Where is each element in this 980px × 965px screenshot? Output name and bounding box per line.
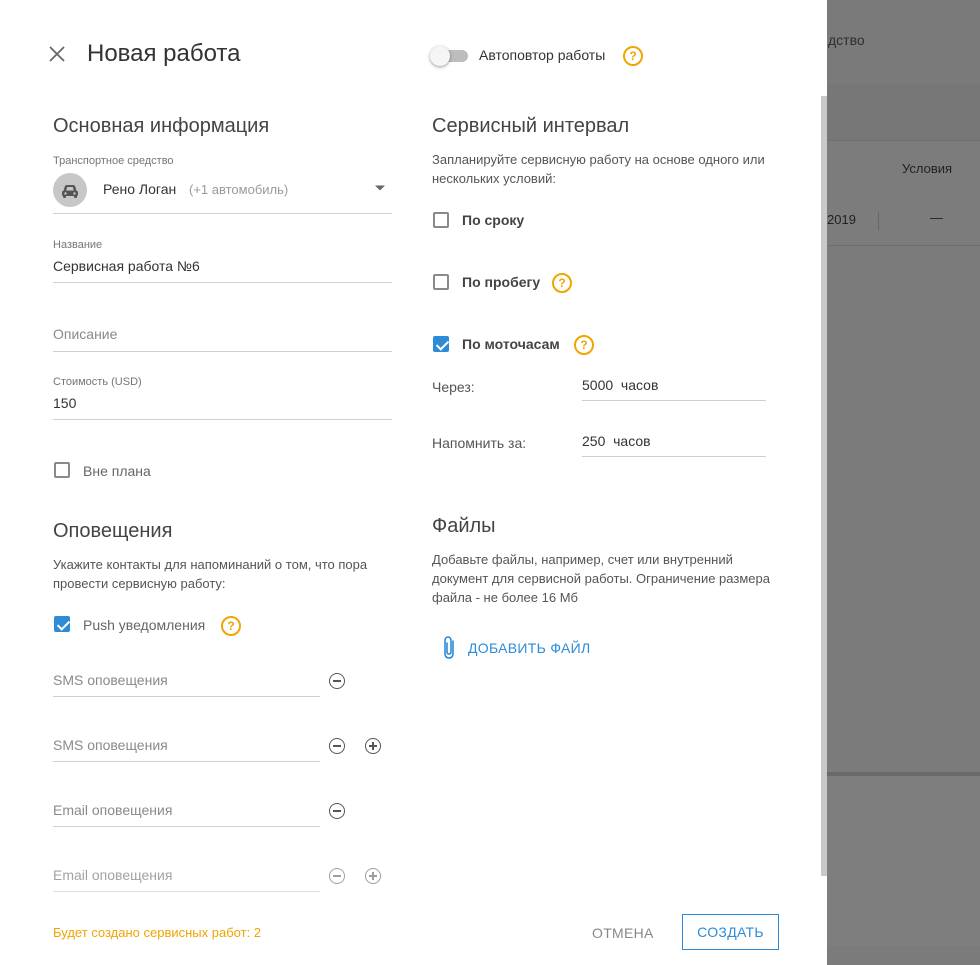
bg-header-text: дство (828, 32, 865, 48)
vehicle-select-value[interactable]: Рено Логан (103, 181, 176, 197)
cost-label: Стоимость (USD) (53, 376, 142, 388)
sms-underline-1 (53, 696, 320, 697)
by-hours-checkbox[interactable] (433, 336, 449, 352)
toggle-knob (430, 46, 450, 66)
vehicle-avatar (53, 173, 87, 207)
push-checkbox[interactable] (54, 616, 70, 632)
paperclip-icon (444, 636, 454, 659)
remind-hours-input[interactable]: 250 часов (582, 433, 651, 449)
name-label: Название (53, 239, 103, 251)
dialog-title: Новая работа (87, 40, 241, 67)
sms-underline-2 (53, 761, 320, 762)
bg-column-conditions: Условия (902, 161, 953, 176)
by-term-checkbox[interactable] (433, 212, 449, 228)
by-hours-label: По моточасам (462, 336, 560, 352)
vehicle-label: Транспортное средство (53, 155, 174, 167)
basic-info-heading: Основная информация (53, 115, 270, 137)
description-underline (53, 351, 392, 352)
notifications-heading: Оповещения (53, 520, 173, 542)
service-interval-description: Запланируйте сервисную работу на основе … (432, 152, 765, 186)
by-mileage-checkbox[interactable] (433, 274, 449, 290)
bg-divider (878, 212, 879, 230)
add-sms-icon[interactable] (365, 738, 381, 754)
after-underline (582, 400, 766, 401)
bg-row-dash: — (930, 210, 943, 225)
remind-underline (582, 456, 766, 457)
cost-underline (53, 419, 392, 420)
name-underline (53, 282, 392, 283)
unplanned-checkbox[interactable] (54, 462, 70, 478)
hours-help-icon[interactable]: ? (574, 335, 594, 355)
vehicle-extra-count: (+1 автомобиль) (189, 182, 289, 197)
email-input-1[interactable]: Email оповещения (53, 802, 172, 818)
create-button[interactable]: СОЗДАТЬ (682, 914, 779, 950)
car-icon (62, 185, 78, 198)
after-label: Через: (432, 379, 475, 395)
new-job-dialog: Новая работа Автоповтор работы ? Основна… (0, 0, 827, 965)
chevron-down-icon[interactable] (374, 179, 386, 191)
cost-input[interactable]: 150 (53, 395, 76, 411)
scrollbar[interactable] (821, 96, 827, 876)
email-underline-1 (53, 826, 320, 827)
help-icon[interactable]: ? (623, 46, 643, 66)
close-icon[interactable] (48, 45, 66, 63)
files-description: Добавьте файлы, например, счет или внутр… (432, 552, 770, 605)
sms-input-2[interactable]: SMS оповещения (53, 737, 168, 753)
jobs-count-status: Будет создано сервисных работ: 2 (53, 925, 262, 940)
remove-sms-1-icon[interactable] (329, 673, 345, 689)
unplanned-label: Вне плана (83, 463, 151, 479)
service-interval-heading: Сервисный интервал (432, 115, 630, 137)
by-term-label: По сроку (462, 212, 525, 228)
remove-sms-2-icon[interactable] (329, 738, 345, 754)
remove-email-2-icon[interactable] (329, 868, 345, 884)
email-underline-2 (53, 891, 320, 892)
push-label: Push уведомления (83, 617, 206, 633)
files-heading: Файлы (432, 515, 496, 537)
bg-table (827, 140, 980, 246)
description-input[interactable]: Описание (53, 326, 117, 342)
cancel-button[interactable]: ОТМЕНА (592, 925, 654, 941)
remind-label: Напомнить за: (432, 435, 527, 451)
by-mileage-label: По пробегу (462, 274, 541, 290)
mileage-help-icon[interactable]: ? (552, 273, 572, 293)
bg-row-date: 2019 (827, 212, 856, 227)
after-hours-input[interactable]: 5000 часов (582, 377, 658, 393)
add-email-icon[interactable] (365, 868, 381, 884)
push-help-icon[interactable]: ? (221, 616, 241, 636)
remove-email-1-icon[interactable] (329, 803, 345, 819)
autorepeat-toggle[interactable] (430, 44, 470, 68)
email-input-2[interactable]: Email оповещения (53, 867, 172, 883)
bg-toolbar (827, 84, 980, 140)
notifications-description: Укажите контакты для напоминаний о том, … (53, 557, 368, 591)
autorepeat-label: Автоповтор работы (479, 47, 606, 63)
sms-input-1[interactable]: SMS оповещения (53, 672, 168, 688)
add-file-button[interactable]: ДОБАВИТЬ ФАЙЛ (440, 635, 640, 661)
vehicle-underline (53, 213, 392, 214)
add-file-label: ДОБАВИТЬ ФАЙЛ (468, 640, 591, 656)
bg-lower-panel (827, 776, 980, 946)
name-input[interactable]: Сервисная работа №6 (53, 258, 200, 274)
